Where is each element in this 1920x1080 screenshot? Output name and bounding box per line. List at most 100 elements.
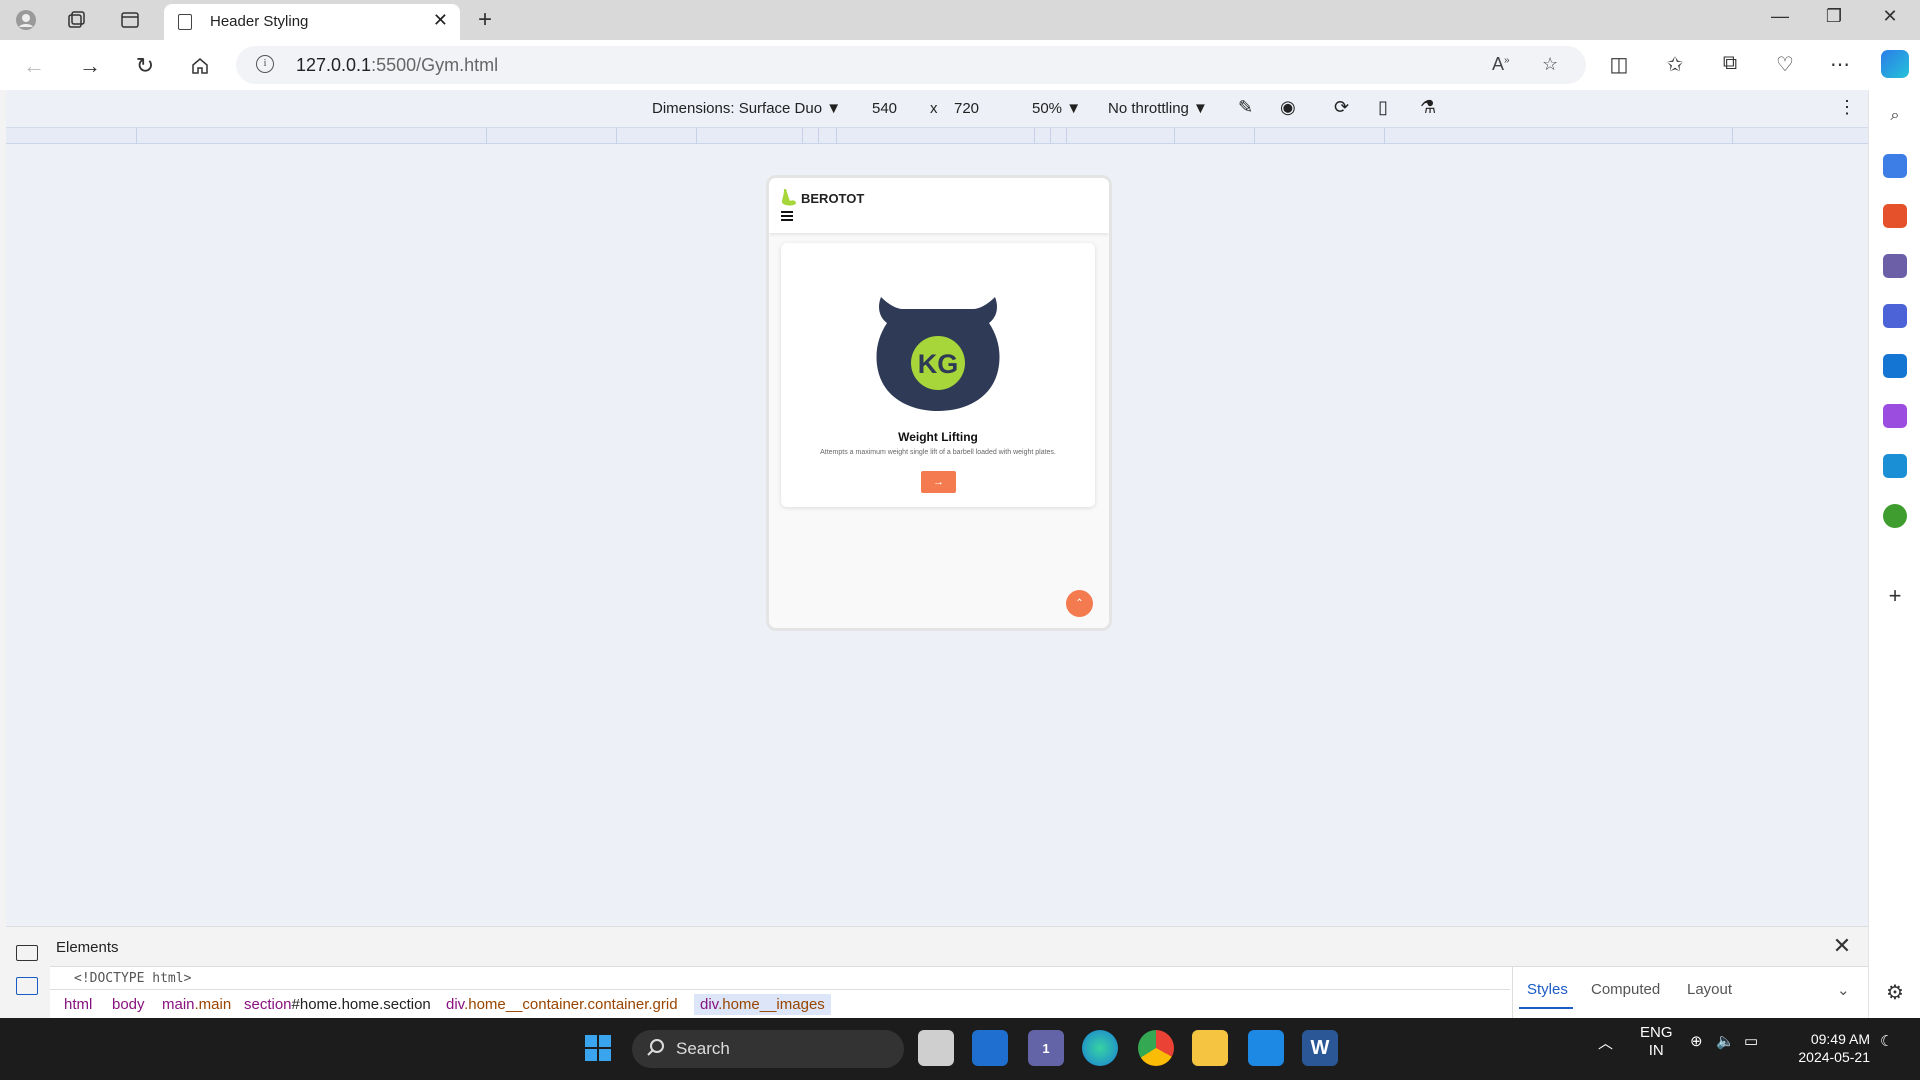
url-text[interactable]: 127.0.0.1:5500/Gym.html [296,55,498,76]
edge-icon[interactable] [1082,1030,1118,1066]
doctype-node[interactable]: <!DOCTYPE html> [74,971,191,986]
games-icon[interactable] [1883,254,1907,278]
search-icon [647,1039,664,1056]
card-arrow-button[interactable]: → [921,471,956,493]
tab-styles[interactable]: Styles [1527,981,1568,998]
crumb-tag: div [700,996,719,1013]
tab-computed[interactable]: Computed [1591,981,1660,998]
dimensions-dropdown[interactable]: Dimensions: Surface Duo ▼ [652,100,841,117]
drop-icon[interactable] [1883,454,1907,478]
network-icon[interactable]: ⊕ [1690,1032,1703,1050]
breadcrumb-main[interactable]: main.main [162,996,231,1013]
tools-icon[interactable] [1883,204,1907,228]
vertical-tabs-icon[interactable] [118,8,142,32]
tray-overflow-icon[interactable]: ︿ [1598,1032,1613,1053]
width-input[interactable]: 540 [872,100,897,117]
height-input[interactable]: 720 [954,100,979,117]
minimize-button[interactable]: — [1760,6,1800,27]
outlook-icon[interactable] [1883,354,1907,378]
crumb-tag: section [244,996,292,1013]
address-bar[interactable]: i 127.0.0.1:5500/Gym.html A» ☆ [236,46,1586,84]
card-description: Attempts a maximum weight single lift of… [820,449,1056,456]
menu-toggle-icon[interactable] [781,211,793,221]
taskbar-search[interactable]: Search [632,1030,904,1068]
close-devtools-icon[interactable]: ✕ [1828,933,1856,961]
back-button[interactable]: ← [20,52,48,80]
site-info-icon[interactable]: i [256,55,274,73]
breadcrumb-html[interactable]: html [64,996,92,1013]
crumb-class: .main [194,996,232,1013]
battery-icon[interactable]: ▭ [1744,1032,1758,1050]
widgets-icon[interactable] [972,1030,1008,1066]
chrome-icon[interactable] [1138,1030,1174,1066]
scroll-up-button[interactable]: ⌃ [1066,590,1093,617]
rotate-icon[interactable]: ⟳ [1334,97,1349,118]
logo-text[interactable]: BEROTOT [801,191,864,206]
collections-icon[interactable]: ⧉ [1715,52,1745,75]
more-menu-icon[interactable]: ⋯ [1825,52,1855,77]
logo-icon[interactable] [781,188,797,208]
favorite-star-icon[interactable]: ☆ [1542,54,1558,75]
teams-icon[interactable]: 1 [1028,1030,1064,1066]
tab-layout[interactable]: Layout [1687,981,1732,998]
breadcrumb-home-container[interactable]: div.home__container.container.grid [446,996,678,1013]
split-screen-icon[interactable]: ◫ [1604,52,1634,77]
close-window-button[interactable]: ✕ [1870,6,1910,27]
inspect-icon[interactable] [16,945,38,961]
forward-button[interactable]: → [76,52,104,80]
experiments-icon[interactable]: ⚗ [1420,97,1436,118]
dual-screen-icon[interactable]: ▯ [1378,97,1388,118]
profile-icon[interactable] [14,8,38,32]
media-query-ruler [6,128,1868,144]
emulated-device-screen: BEROTOT KG Weight Lifting Attempts a max… [766,175,1112,631]
language-indicator[interactable]: ENG IN [1640,1024,1673,1060]
task-view-icon[interactable] [918,1030,954,1066]
site-header: BEROTOT [769,178,1109,233]
new-tab-button[interactable]: + [478,6,492,34]
read-aloud-icon[interactable]: A» [1492,54,1510,75]
add-sidebar-app-icon[interactable]: + [1883,583,1907,608]
eyedropper-icon[interactable]: ✎ [1238,97,1253,118]
shopping-icon[interactable] [1883,154,1907,178]
search-label: Search [676,1039,730,1058]
word-icon[interactable]: W [1302,1030,1338,1066]
device-emulation-icon[interactable] [16,977,38,995]
more-tabs-chevron-icon[interactable]: ⌄ [1837,981,1850,999]
file-explorer-icon[interactable] [1192,1030,1228,1066]
edge-sidebar: ⌕ + ⚙ [1868,90,1920,1018]
breadcrumb-section[interactable]: section#home.home.section [244,996,431,1013]
crumb-tag: div [446,996,465,1013]
url-host: 127.0.0.1 [296,55,372,75]
favorites-icon[interactable]: ✩ [1660,52,1690,77]
crumb-id: #home.home.section [291,996,431,1013]
volume-icon[interactable]: 🔈 [1716,1032,1735,1050]
close-tab-icon[interactable]: ✕ [433,10,448,31]
device-toolbar: Dimensions: Surface Duo ▼ 540 x 720 50% … [6,90,1868,128]
throttling-dropdown[interactable]: No throttling ▼ [1108,100,1208,117]
tab-header-styling[interactable]: Header Styling ✕ [164,4,460,40]
browser-essentials-icon[interactable]: ♡ [1770,52,1800,77]
start-icon[interactable] [580,1030,616,1066]
tree-icon[interactable] [1883,504,1907,528]
crumb-class: .home__images [718,996,825,1013]
workspaces-icon[interactable] [64,8,88,32]
zoom-dropdown[interactable]: 50% ▼ [1032,100,1081,117]
home-button[interactable] [186,52,214,80]
search-icon[interactable]: ⌕ [1883,104,1907,128]
device-options-icon[interactable]: ⋮ [1838,97,1856,118]
clock[interactable]: 09:49 AM 2024-05-21 [1790,1030,1870,1066]
breadcrumb-body[interactable]: body [112,996,145,1013]
sidebar-settings-icon[interactable]: ⚙ [1883,980,1907,1004]
microsoft365-icon[interactable] [1883,304,1907,328]
restore-button[interactable]: ❐ [1814,6,1854,27]
vscode-icon[interactable] [1248,1030,1284,1066]
designer-icon[interactable] [1883,404,1907,428]
vision-icon[interactable]: ◉ [1280,97,1296,118]
breadcrumb-home-images[interactable]: div.home__images [694,994,831,1015]
elements-tab[interactable]: Elements [56,939,119,956]
refresh-button[interactable]: ↻ [131,52,159,80]
copilot-icon[interactable] [1881,50,1909,78]
windows-taskbar: Search 1 W ︿ ENG IN ⊕ 🔈 ▭ 09:49 AM 2024-0… [0,1018,1920,1080]
crumb-tag: main [162,996,195,1013]
notifications-icon[interactable]: ☾ [1880,1032,1893,1050]
